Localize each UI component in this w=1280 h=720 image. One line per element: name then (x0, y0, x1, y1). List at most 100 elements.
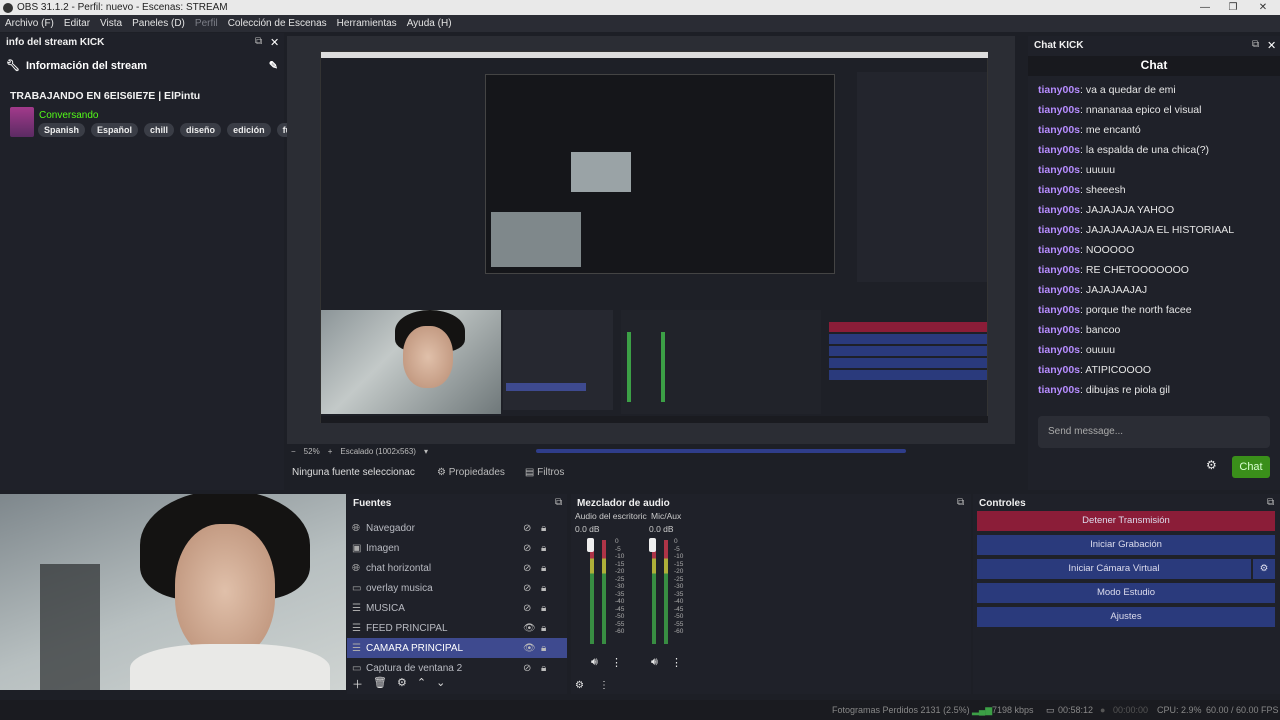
chat-settings-gear-icon[interactable]: ⚙︎ (1206, 458, 1217, 472)
menu-coleccion-escenas[interactable]: Colección de Escenas (223, 18, 332, 29)
speaker-icon[interactable]: 🔊︎ (591, 656, 598, 669)
move-up-icon[interactable]: ⌃ (417, 676, 426, 694)
source-item[interactable]: 🌐︎ chat horizontal ⊘ 🔒︎ (347, 558, 567, 578)
chat-username[interactable]: tiany00s (1038, 184, 1080, 196)
source-list[interactable]: 🌐︎ Navegador ⊘ 🔒︎ ▣ Imagen ⊘ 🔒︎ 🌐︎ chat horizonta… (347, 518, 567, 678)
chevron-down-icon[interactable]: ▾ (424, 447, 428, 456)
add-source-icon[interactable]: ＋ (352, 676, 363, 694)
chat-username[interactable]: tiany00s (1038, 204, 1080, 216)
desktop-volume-fader[interactable] (587, 538, 594, 552)
eye-icon[interactable]: 👁︎ (523, 623, 536, 634)
db-scale-tick: -55 (615, 620, 625, 628)
preview-scrollbar[interactable] (535, 449, 906, 453)
chat-message-list[interactable]: tiany00s: va a quedar de emi tiany00s: nn… (1028, 80, 1278, 400)
eye-hidden-icon[interactable]: ⊘ (523, 543, 531, 554)
mixer-settings-icon[interactable]: ⚙︎ (575, 680, 584, 691)
mixer-dock-title: Mezclador de audio (577, 497, 670, 509)
filters-button[interactable]: ▤ Filtros (515, 465, 574, 480)
chat-username[interactable]: tiany00s (1038, 344, 1080, 356)
lock-icon[interactable]: 🔒︎ (541, 643, 546, 654)
menu-editar[interactable]: Editar (59, 18, 95, 29)
menu-paneles[interactable]: Paneles (D) (127, 18, 190, 29)
lock-icon[interactable]: 🔒︎ (541, 543, 546, 554)
chat-username[interactable]: tiany00s (1038, 244, 1080, 256)
eye-hidden-icon[interactable]: ⊘ (523, 563, 531, 574)
db-scale-tick: -20 (615, 568, 625, 575)
chat-username[interactable]: tiany00s (1038, 224, 1080, 236)
record-status-icon: ● (1100, 705, 1106, 715)
lock-icon[interactable]: 🔒︎ (541, 603, 546, 614)
chat-username[interactable]: tiany00s (1038, 384, 1080, 396)
menu-archivo[interactable]: Archivo (F) (0, 18, 59, 29)
chat-username[interactable]: tiany00s (1038, 324, 1080, 336)
chat-username[interactable]: tiany00s (1038, 264, 1080, 276)
mixer-menu-icon[interactable]: ⋮ (599, 680, 609, 691)
chat-username[interactable]: tiany00s (1038, 124, 1080, 136)
virtual-camera-settings-gear-icon[interactable]: ⚙︎ (1253, 559, 1275, 579)
chat-username[interactable]: tiany00s (1038, 284, 1080, 296)
kebab-menu-icon[interactable]: ⋮ (611, 656, 622, 669)
close-dock-icon[interactable]: ✕ (270, 36, 279, 49)
chat-username[interactable]: tiany00s (1038, 364, 1080, 376)
menu-perfil[interactable]: Perfil (190, 18, 223, 29)
lock-icon[interactable]: 🔒︎ (541, 523, 546, 534)
chat-username[interactable]: tiany00s (1038, 144, 1080, 156)
float-dock-icon[interactable]: ⧉ (555, 497, 562, 508)
source-item[interactable]: ☰ MUSICA ⊘ 🔒︎ (347, 598, 567, 618)
minimize-icon[interactable]: — (1192, 0, 1218, 15)
start-virtual-camera-button[interactable]: Iniciar Cámara Virtual (977, 559, 1251, 579)
lock-icon[interactable]: 🔒︎ (541, 663, 546, 674)
lock-icon[interactable]: 🔒︎ (541, 623, 546, 634)
studio-mode-button[interactable]: Modo Estudio (977, 583, 1275, 603)
menu-ayuda[interactable]: Ayuda (H) (402, 18, 457, 29)
category-thumbnail (10, 107, 34, 137)
edit-pencil-icon[interactable]: ✎ (269, 59, 278, 72)
stream-info-dock-title: info del stream KICK (6, 36, 105, 48)
chat-message-input[interactable]: Send message... (1038, 416, 1270, 448)
eye-hidden-icon[interactable]: ⊘ (523, 583, 531, 594)
chat-send-button[interactable]: Chat (1232, 456, 1270, 478)
float-dock-icon[interactable]: ⧉ (255, 36, 262, 47)
lock-icon[interactable]: 🔒︎ (541, 583, 546, 594)
chat-username[interactable]: tiany00s (1038, 104, 1080, 116)
lock-icon[interactable]: 🔒︎ (541, 563, 546, 574)
source-item[interactable]: 🌐︎ Navegador ⊘ 🔒︎ (347, 518, 567, 538)
chat-username[interactable]: tiany00s (1038, 304, 1080, 316)
menu-herramientas[interactable]: Herramientas (332, 18, 402, 29)
speaker-icon[interactable]: 🔊︎ (651, 656, 658, 669)
channel-desktop-db: 0.0 dB (575, 524, 600, 534)
mic-volume-fader[interactable] (649, 538, 656, 552)
chat-username[interactable]: tiany00s (1038, 84, 1080, 96)
move-down-icon[interactable]: ⌄ (436, 676, 445, 694)
db-scale: 0 -5 -10 -15 -20 -25 -30 -35 -40 -45 -50 -55 -60 (615, 538, 624, 636)
eye-icon[interactable]: 👁︎ (523, 643, 536, 654)
eye-hidden-icon[interactable]: ⊘ (523, 663, 531, 674)
scene-preview[interactable] (287, 36, 1015, 444)
chat-username[interactable]: tiany00s (1038, 164, 1080, 176)
start-recording-button[interactable]: Iniciar Grabación (977, 535, 1275, 555)
source-settings-gear-icon[interactable]: ⚙︎ (397, 676, 407, 694)
kebab-menu-icon[interactable]: ⋮ (671, 656, 682, 669)
close-window-icon[interactable]: ✕ (1250, 0, 1276, 15)
settings-button[interactable]: Ajustes (977, 607, 1275, 627)
remove-source-icon[interactable]: 🗑︎ (373, 676, 387, 694)
scale-mode[interactable]: Escalado (1002x563) (340, 447, 416, 456)
menu-vista[interactable]: Vista (95, 18, 127, 29)
maximize-icon[interactable]: ❐ (1220, 0, 1246, 15)
source-item[interactable]: ☰ FEED PRINCIPAL 👁︎ 🔒︎ (347, 618, 567, 638)
stop-stream-button[interactable]: Detener Transmisión (977, 511, 1275, 531)
chat-message-text: ATIPICOOOO (1085, 364, 1152, 376)
source-item[interactable]: ▣ Imagen ⊘ 🔒︎ (347, 538, 567, 558)
zoom-out-icon[interactable]: − (291, 447, 296, 456)
float-dock-icon[interactable]: ⧉ (957, 497, 964, 508)
float-dock-icon[interactable]: ⧉ (1267, 497, 1274, 508)
eye-hidden-icon[interactable]: ⊘ (523, 603, 531, 614)
properties-button[interactable]: ⚙︎ Propiedades (427, 465, 515, 480)
close-dock-icon[interactable]: ✕ (1267, 39, 1276, 52)
source-item[interactable]: ☰ CAMARA PRINCIPAL 👁︎ 🔒︎ (347, 638, 567, 658)
float-dock-icon[interactable]: ⧉ (1252, 39, 1259, 50)
zoom-in-icon[interactable]: + (328, 447, 333, 456)
eye-hidden-icon[interactable]: ⊘ (523, 523, 531, 534)
source-item[interactable]: ▭ overlay musica ⊘ 🔒︎ (347, 578, 567, 598)
source-item[interactable]: ▭ Captura de ventana 2 ⊘ 🔒︎ (347, 658, 567, 678)
